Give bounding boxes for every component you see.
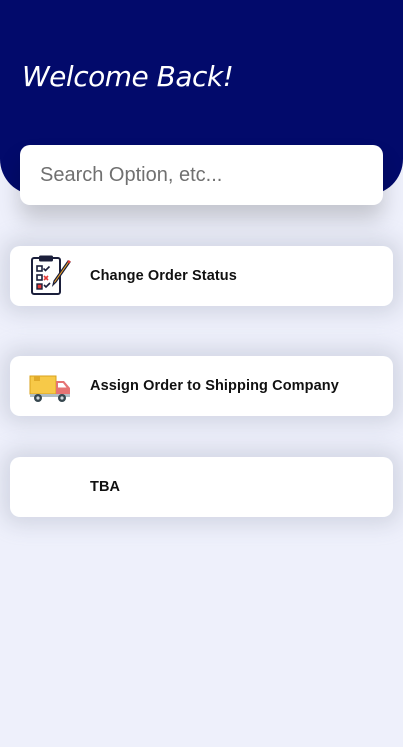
clipboard-checklist-icon	[28, 254, 72, 298]
tba-card[interactable]: TBA	[10, 457, 393, 517]
placeholder-icon	[28, 465, 72, 509]
assign-order-card[interactable]: Assign Order to Shipping Company	[10, 356, 393, 416]
search-input[interactable]	[40, 163, 360, 187]
welcome-title: Welcome Back!	[22, 60, 234, 93]
tba-label: TBA	[90, 479, 121, 495]
change-order-status-card[interactable]: Change Order Status	[10, 246, 393, 306]
search-bar[interactable]	[20, 145, 383, 205]
delivery-truck-icon	[28, 364, 72, 408]
change-order-status-label: Change Order Status	[90, 268, 237, 284]
assign-order-label: Assign Order to Shipping Company	[90, 378, 339, 394]
